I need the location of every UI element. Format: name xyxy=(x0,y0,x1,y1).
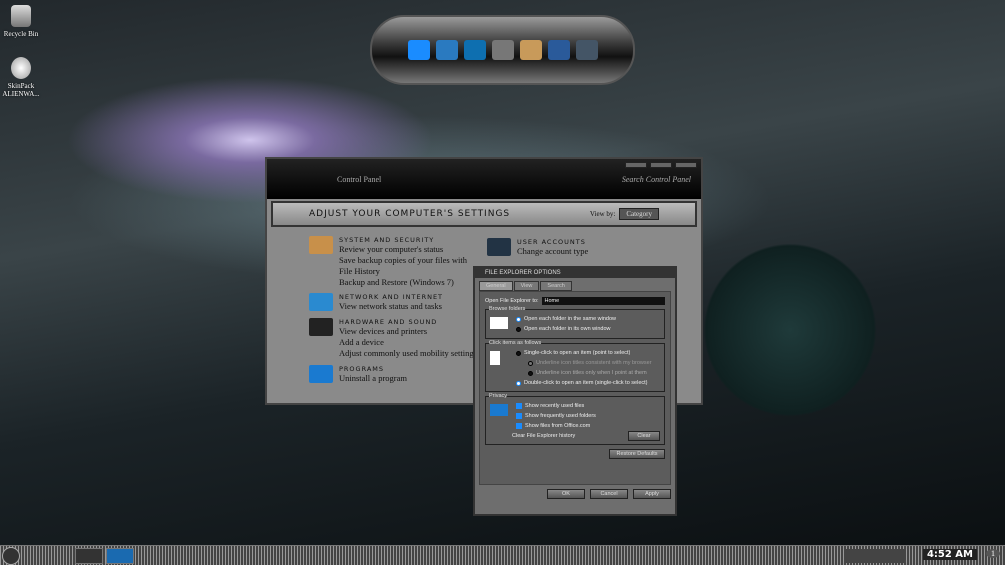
user-accounts-icon xyxy=(487,238,511,256)
link[interactable]: Adjust commonly used mobility settings xyxy=(339,348,477,359)
group-label: Privacy xyxy=(489,393,508,399)
radio-underline-point[interactable]: Underline icon titles only when I point … xyxy=(516,368,660,378)
drive-icon[interactable] xyxy=(519,40,542,60)
link[interactable]: View devices and printers xyxy=(339,326,477,337)
tab-general[interactable]: General xyxy=(479,281,513,291)
tab-search[interactable]: Search xyxy=(540,281,572,291)
notification-badge[interactable]: 1 xyxy=(986,549,1000,558)
view-by-dropdown[interactable]: Category xyxy=(619,208,659,220)
network-icon[interactable] xyxy=(435,40,458,60)
ok-button[interactable]: OK xyxy=(547,489,585,499)
taskbar-folder-options[interactable] xyxy=(106,547,134,564)
radio-single-click[interactable]: Single-click to open an item (point to s… xyxy=(516,348,660,358)
link[interactable]: Backup and Restore (Windows 7) xyxy=(339,277,479,288)
view-by-label: View by: xyxy=(589,210,616,218)
category-network: NETWORK AND INTERNET View network status … xyxy=(309,293,443,312)
radio-underline-browser[interactable]: Underline icon titles consistent with my… xyxy=(516,358,660,368)
dialog-title: FILE EXPLORER OPTIONS xyxy=(475,268,675,278)
category-hardware: HARDWARE AND SOUND View devices and print… xyxy=(309,318,477,359)
category-system-security: SYSTEM AND SECURITY Review your computer'… xyxy=(309,236,479,288)
taskbar-control-panel[interactable] xyxy=(75,547,103,564)
restore-defaults-button[interactable]: Restore Defaults xyxy=(609,449,665,459)
control-panel-icon[interactable] xyxy=(407,40,430,60)
tool-icon[interactable] xyxy=(491,40,514,60)
checkbox-frequent-folders[interactable]: Show frequently used folders xyxy=(516,411,660,421)
cancel-button[interactable]: Cancel xyxy=(590,489,628,499)
system-security-icon xyxy=(309,236,333,254)
clear-button[interactable]: Clear xyxy=(628,431,660,441)
page-title: ADJUST YOUR COMPUTER'S SETTINGS xyxy=(309,209,511,219)
programs-icon xyxy=(309,365,333,383)
title-bar: Control Panel Search Control Panel xyxy=(267,159,701,199)
open-to-label: Open File Explorer to: xyxy=(485,298,539,304)
link[interactable]: Uninstall a program xyxy=(339,373,407,384)
link[interactable]: Save backup copies of your files with Fi… xyxy=(339,255,479,277)
file-explorer-options-dialog: FILE EXPLORER OPTIONS General View Search … xyxy=(473,266,677,516)
checkbox-recent-files[interactable]: Show recently used files xyxy=(516,401,660,411)
start-button[interactable] xyxy=(2,546,20,565)
desktop-icon-recycle-bin[interactable]: Recycle Bin xyxy=(2,5,40,38)
category-title[interactable]: NETWORK AND INTERNET xyxy=(339,293,443,301)
breadcrumb[interactable]: Control Panel xyxy=(337,175,381,184)
clear-label: Clear File Explorer history xyxy=(512,433,576,439)
category-title[interactable]: SYSTEM AND SECURITY xyxy=(339,236,479,244)
close-button[interactable] xyxy=(675,162,697,168)
link[interactable]: View network status and tasks xyxy=(339,301,443,312)
alienware-icon[interactable] xyxy=(463,40,486,60)
link[interactable]: Add a device xyxy=(339,337,477,348)
search-input[interactable]: Search Control Panel xyxy=(622,175,691,184)
clock[interactable]: 4:52 AM xyxy=(922,549,977,560)
category-title[interactable]: USER ACCOUNTS xyxy=(517,238,588,246)
cursor-icon xyxy=(490,351,500,365)
system-tray[interactable] xyxy=(845,548,905,563)
apply-button[interactable]: Apply xyxy=(633,489,671,499)
folder-icon xyxy=(490,317,508,329)
music-icon[interactable] xyxy=(547,40,570,60)
tab-view[interactable]: View xyxy=(513,281,540,291)
desktop-icon-skinpack[interactable]: SkinPack ALIENWA... xyxy=(2,57,40,98)
group-label: Browse folders xyxy=(489,306,526,312)
radio-same-window[interactable]: Open each folder in the same window xyxy=(516,314,660,324)
category-title[interactable]: PROGRAMS xyxy=(339,365,407,373)
open-to-dropdown[interactable]: Home xyxy=(541,297,665,305)
privacy-icon xyxy=(490,404,508,416)
link[interactable]: Change account type xyxy=(517,246,588,257)
radio-double-click[interactable]: Double-click to open an item (single-cli… xyxy=(516,378,660,388)
category-title[interactable]: HARDWARE AND SOUND xyxy=(339,318,477,326)
radio-own-window[interactable]: Open each folder in its own window xyxy=(516,324,660,334)
maximize-button[interactable] xyxy=(650,162,672,168)
network-icon xyxy=(309,293,333,311)
group-label: Click items as follows xyxy=(489,340,542,346)
category-programs: PROGRAMS Uninstall a program xyxy=(309,365,407,384)
printer-icon xyxy=(309,318,333,336)
dock xyxy=(370,15,635,85)
link[interactable]: Review your computer's status xyxy=(339,244,479,255)
checkbox-office-files[interactable]: Show files from Office.com xyxy=(516,421,660,431)
alien-icon xyxy=(11,57,31,79)
taskbar: 4:52 AM 1 xyxy=(0,545,1005,565)
recycle-bin-icon xyxy=(11,5,31,27)
category-user-accounts: USER ACCOUNTS Change account type xyxy=(487,238,588,257)
minimize-button[interactable] xyxy=(625,162,647,168)
explorer-icon[interactable] xyxy=(575,40,598,60)
